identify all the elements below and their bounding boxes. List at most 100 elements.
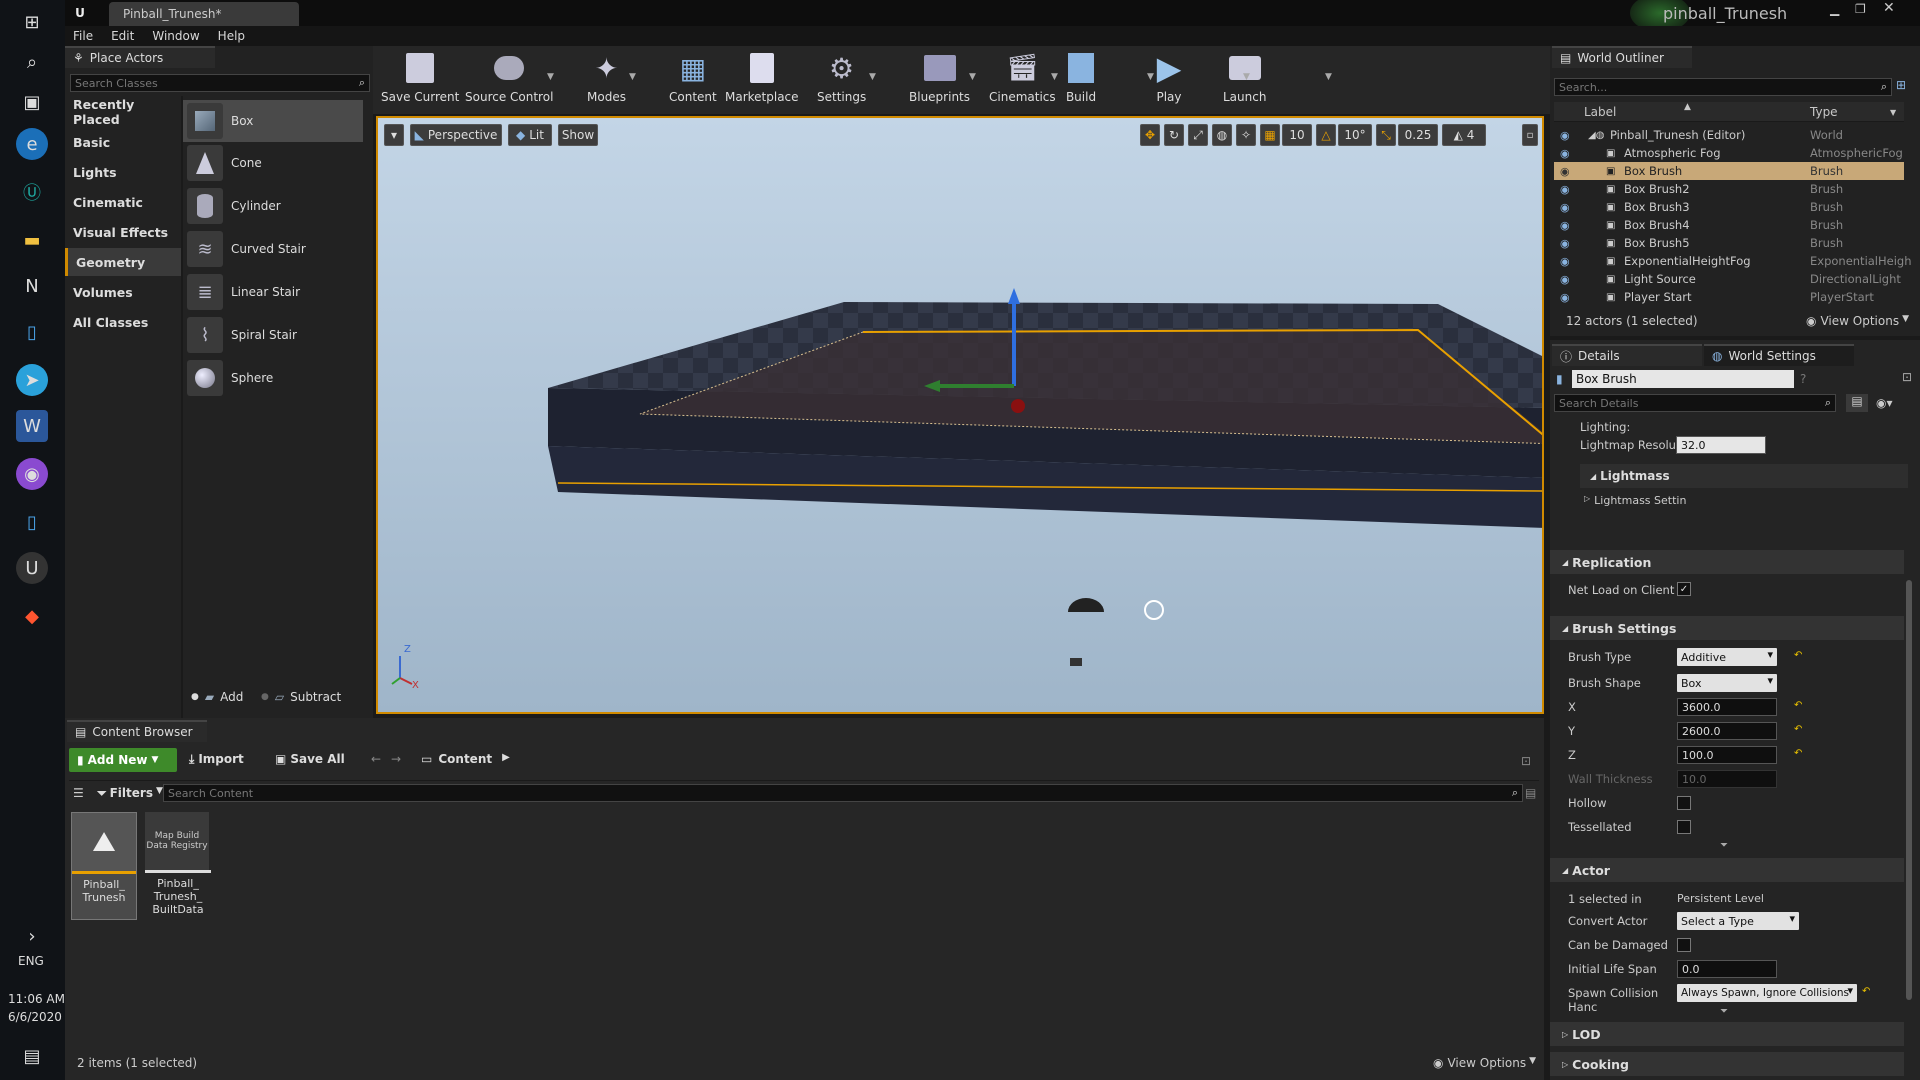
world-local-icon[interactable]: ◍ (1212, 124, 1232, 146)
close-button[interactable]: ✕ (1883, 0, 1895, 16)
category-cinematic[interactable]: Cinematic (65, 188, 181, 216)
outliner-row[interactable]: ◉ ▣ Box Brush Brush (1554, 162, 1904, 180)
actor-cone[interactable]: Cone (183, 142, 363, 184)
outliner-row[interactable]: ◉ ▣ Atmospheric Fog AtmosphericFog (1554, 144, 1904, 162)
outliner-row[interactable]: ◉ ▣ Box Brush4 Brush (1554, 216, 1904, 234)
actor-name-input[interactable]: Box Brush (1572, 370, 1794, 388)
scale-snap-value[interactable]: 0.25 (1398, 124, 1438, 146)
lightmass-settings-row[interactable]: ▷ Lightmass Settin (1584, 494, 1686, 507)
reset-icon[interactable]: ↶ (1862, 986, 1870, 997)
save-current-button[interactable]: Save Current (381, 50, 459, 110)
clock-time[interactable]: 11:06 AM (8, 992, 65, 1006)
outliner-row[interactable]: ◉ ▣ Box Brush3 Brush (1554, 198, 1904, 216)
play-dropdown[interactable]: ▼ (1243, 72, 1250, 82)
hollow-checkbox[interactable] (1677, 796, 1691, 810)
perspective-button[interactable]: ◣ Perspective (410, 124, 502, 146)
settings-dropdown[interactable]: ▼ (869, 72, 876, 82)
edge-icon[interactable]: e (16, 128, 48, 160)
reset-icon[interactable]: ↶ (1794, 748, 1802, 759)
outliner-row[interactable]: ◉ ▣ Box Brush5 Brush (1554, 234, 1904, 252)
back-arrow-icon[interactable]: ← (371, 752, 381, 766)
scale-snap-icon[interactable]: ⤡ (1376, 124, 1396, 146)
maximize-button[interactable]: ❐ (1855, 2, 1866, 16)
launch-dropdown[interactable]: ▼ (1325, 72, 1332, 82)
asset-map-tile[interactable]: ⛰ Pinball_ Trunesh (71, 812, 137, 920)
visibility-eye-icon[interactable]: ◉ (1560, 273, 1570, 286)
reset-icon[interactable]: ↶ (1794, 724, 1802, 735)
unreal-engine-icon[interactable]: U (16, 552, 48, 584)
add-radio[interactable]: ● ▰ Add (191, 690, 243, 704)
sources-toggle-icon[interactable]: ☰ (73, 786, 84, 800)
lock-icon[interactable]: ⊡ (1902, 370, 1912, 384)
lightmap-resolution-input[interactable]: 32.0 (1676, 436, 1766, 454)
show-button[interactable]: Show (558, 124, 598, 146)
visibility-eye-icon[interactable]: ◉ (1560, 129, 1570, 142)
outliner-view-options-button[interactable]: ◉ View Options ▼ (1806, 314, 1909, 328)
save-all-button[interactable]: ▣ Save All (275, 752, 345, 766)
cooking-section[interactable]: ▷ Cooking (1550, 1052, 1904, 1076)
actor-sphere[interactable]: Sphere (183, 357, 363, 399)
chevron-right-icon[interactable]: › (16, 920, 48, 952)
lightmass-section[interactable]: ◢ Lightmass (1580, 464, 1908, 488)
column-type[interactable]: Type (1810, 105, 1838, 119)
menu-window[interactable]: Window (152, 29, 199, 43)
build-dropdown[interactable]: ▼ (1147, 72, 1154, 82)
camera-speed-button[interactable]: ◭ 4 (1442, 124, 1486, 146)
maximize-viewport-button[interactable]: ▫ (1522, 124, 1538, 146)
modes-dropdown[interactable]: ▼ (629, 72, 636, 82)
reset-icon[interactable]: ↶ (1794, 700, 1802, 711)
viewport-options-button[interactable]: ▾ (384, 124, 404, 146)
save-search-icon[interactable]: ▤ (1525, 786, 1536, 800)
place-actors-tab[interactable]: ⚘ Place Actors (65, 46, 215, 68)
modes-button[interactable]: ✦ Modes (587, 50, 626, 110)
actor-cylinder[interactable]: Cylinder (183, 185, 363, 227)
x-input[interactable]: 3600.0 (1677, 698, 1777, 716)
lit-button[interactable]: ◆ Lit (508, 124, 552, 146)
eye-icon[interactable]: ◉▾ (1876, 396, 1893, 410)
cinematics-button[interactable]: 🎬︎ Cinematics (989, 50, 1056, 110)
minimize-button[interactable]: ▁ (1830, 2, 1839, 16)
document-app-icon[interactable]: ▯ (16, 316, 48, 348)
property-matrix-icon[interactable]: ▤ (1846, 394, 1868, 412)
outliner-row[interactable]: ◉ ◢◍ Pinball_Trunesh (Editor) World (1554, 126, 1904, 144)
path-content-button[interactable]: ▭ Content ▶ (421, 752, 510, 766)
spawn-collision-select[interactable]: Always Spawn, Ignore Collisions (1677, 984, 1857, 1002)
menu-help[interactable]: Help (218, 29, 245, 43)
lod-section[interactable]: ▷ LOD (1550, 1022, 1904, 1046)
visibility-eye-icon[interactable]: ◉ (1560, 255, 1570, 268)
brush-type-select[interactable]: Additive (1677, 648, 1777, 666)
notion-icon[interactable]: N (16, 270, 48, 302)
build-button[interactable]: Build (1063, 50, 1099, 110)
visibility-eye-icon[interactable]: ◉ (1560, 147, 1570, 160)
content-button[interactable]: ▦ Content (669, 50, 717, 110)
grid-snap-icon[interactable]: ▦ (1260, 124, 1280, 146)
view-options-button[interactable]: ◉ View Options ▼ (1433, 1056, 1536, 1070)
visibility-eye-icon[interactable]: ◉ (1560, 237, 1570, 250)
outliner-row[interactable]: ◉ ▣ Light Source DirectionalLight (1554, 270, 1904, 288)
details-tab[interactable]: ⓘ Details (1552, 344, 1702, 366)
tessellated-checkbox[interactable] (1677, 820, 1691, 834)
category-geometry[interactable]: Geometry (65, 248, 181, 276)
document-app-2-icon[interactable]: ▯ (16, 506, 48, 538)
create-folder-icon[interactable]: ⊞ (1896, 78, 1906, 92)
rotation-snap-icon[interactable]: △ (1316, 124, 1336, 146)
visibility-eye-icon[interactable]: ◉ (1560, 165, 1570, 178)
actor-section[interactable]: ◢ Actor (1550, 858, 1904, 882)
forward-arrow-icon[interactable]: → (391, 752, 401, 766)
brush-settings-section[interactable]: ◢ Brush Settings (1550, 616, 1904, 640)
visibility-eye-icon[interactable]: ◉ (1560, 291, 1570, 304)
blueprints-dropdown[interactable]: ▼ (969, 72, 976, 82)
column-label[interactable]: Label (1584, 105, 1616, 119)
play-button[interactable]: ▶ Play (1151, 49, 1187, 110)
marketplace-button[interactable]: Marketplace (725, 50, 799, 110)
search-classes-input[interactable]: Search Classes ⌕ (70, 74, 370, 92)
y-input[interactable]: 2600.0 (1677, 722, 1777, 740)
search-details-input[interactable]: Search Details ⌕ (1554, 394, 1836, 412)
source-control-button[interactable]: Source Control (465, 50, 553, 110)
advanced-expand-icon[interactable]: ⏷ (1720, 840, 1728, 851)
outliner-search-input[interactable]: Search... ⌕ (1554, 78, 1892, 96)
outliner-row[interactable]: ◉ ▣ ExponentialHeightFog ExponentialHeigh (1554, 252, 1912, 270)
scale-tool-icon[interactable]: ⤢ (1188, 124, 1208, 146)
subtract-radio[interactable]: ● ▱ Subtract (261, 690, 341, 704)
lock-icon[interactable]: ⊡ (1521, 754, 1531, 768)
